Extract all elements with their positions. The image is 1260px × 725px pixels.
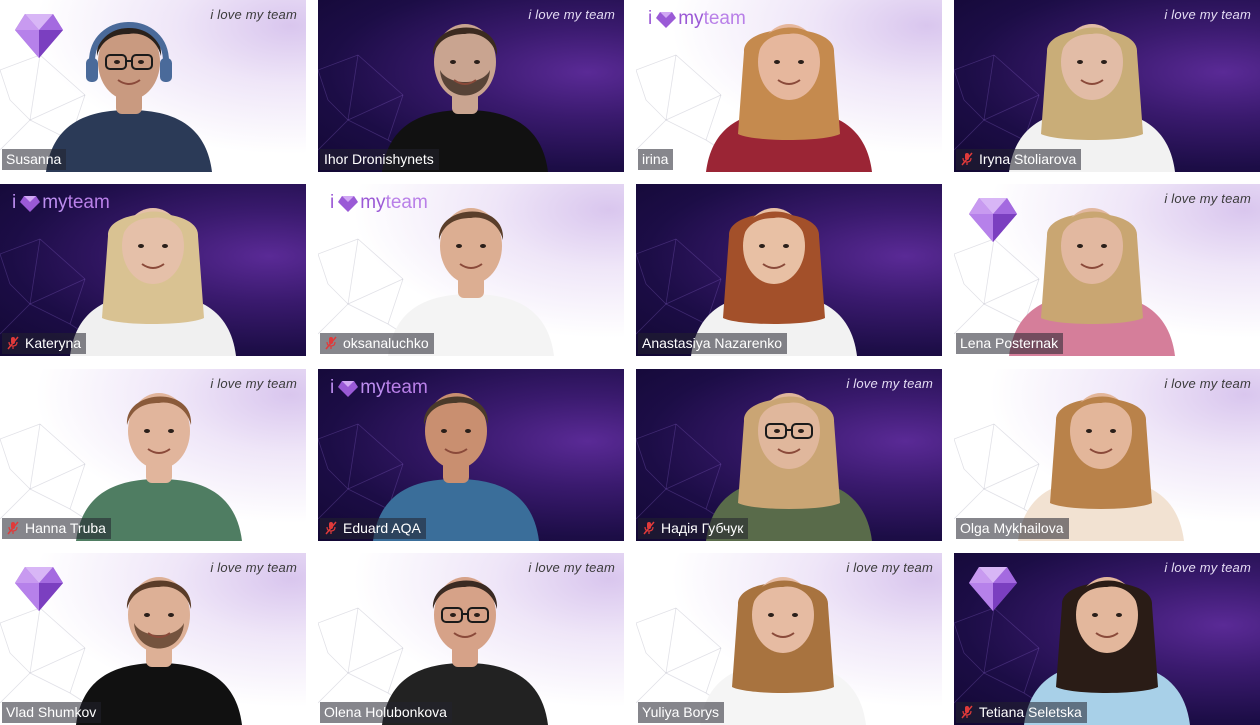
participant-tile[interactable]: i love my team Ihor Dronishynets	[318, 0, 624, 172]
participant-video-feed	[1009, 24, 1175, 172]
heart-icon	[338, 380, 359, 397]
participant-tile[interactable]: i love my team Yuliya Borys	[636, 553, 942, 725]
participant-name: Kateryna	[25, 335, 82, 351]
participant-tile[interactable]: i my team irina	[636, 0, 942, 172]
participant-tile[interactable]: i love my team Lena Posternak	[954, 184, 1260, 356]
participant-name-tag: Olena Holubonkova	[320, 702, 452, 723]
participant-video-feed	[388, 208, 554, 356]
participant-name-tag: Hanna Truba	[2, 518, 111, 539]
participant-video-feed	[691, 208, 857, 356]
participant-name-tag: Tetiana Seletska	[956, 702, 1087, 723]
participant-tile[interactable]: i love my team Iryna Stoliarova	[954, 0, 1260, 172]
video-grid: i love my team Susanna i love my team Ihor …	[0, 0, 1260, 725]
participant-name-tag: oksanaluchko	[320, 333, 434, 354]
participant-name: Anastasiya Nazarenko	[642, 335, 783, 351]
participant-tile[interactable]: i my team Kateryna	[0, 184, 306, 356]
participant-name: Yuliya Borys	[642, 704, 720, 720]
participant-video-feed	[76, 577, 242, 725]
heart-gem-logo-icon	[15, 567, 63, 611]
participant-name: Vlad Shumkov	[6, 704, 97, 720]
participant-tile[interactable]: i love my team Susanna	[0, 0, 306, 172]
mic-muted-icon	[643, 521, 655, 535]
mic-muted-icon	[961, 152, 973, 166]
participant-name: irina	[642, 151, 669, 167]
mic-muted-icon	[325, 336, 337, 350]
participant-name-tag: Ihor Dronishynets	[320, 149, 439, 170]
logo-i-text: i	[648, 8, 653, 29]
participant-name: Olena Holubonkova	[324, 704, 447, 720]
heart-icon	[20, 195, 41, 212]
mic-muted-icon	[7, 336, 19, 350]
participant-video-feed	[1009, 208, 1175, 356]
participant-name-tag: Kateryna	[2, 333, 87, 354]
heart-icon	[656, 11, 677, 28]
participant-name-tag: Eduard AQA	[320, 518, 426, 539]
participant-name: Olga Mykhailova	[960, 520, 1064, 536]
logo-i-text: i	[330, 377, 335, 398]
logo-i-text: i	[330, 192, 335, 213]
participant-video-feed	[382, 24, 548, 172]
participant-video-feed	[700, 577, 866, 725]
mic-muted-icon	[961, 705, 973, 719]
participant-name-tag: Надія Губчук	[638, 518, 749, 539]
participant-name: Iryna Stoliarova	[979, 151, 1077, 167]
participant-video-feed	[1018, 393, 1184, 541]
participant-name-tag: Iryna Stoliarova	[956, 149, 1082, 170]
participant-name: Надія Губчук	[661, 520, 744, 536]
participant-tile[interactable]: Anastasiya Nazarenko	[636, 184, 942, 356]
participant-name: Tetiana Seletska	[979, 704, 1082, 720]
participant-name-tag: Yuliya Borys	[638, 702, 725, 723]
participant-name: Susanna	[6, 151, 62, 167]
participant-name-tag: Olga Mykhailova	[956, 518, 1069, 539]
participant-video-feed	[1024, 577, 1190, 725]
participant-video-feed	[46, 22, 212, 172]
participant-name-tag: Lena Posternak	[956, 333, 1064, 354]
participant-name: oksanaluchko	[343, 335, 429, 351]
participant-tile[interactable]: i love my team Hanna Truba	[0, 369, 306, 541]
participant-name-tag: irina	[638, 149, 674, 170]
participant-name: Eduard AQA	[343, 520, 421, 536]
logo-i-text: i	[12, 192, 17, 213]
participant-video-feed	[76, 393, 242, 541]
mic-muted-icon	[7, 521, 19, 535]
participant-video-feed	[373, 393, 539, 541]
participant-tile[interactable]: i my team oksanaluchko	[318, 184, 624, 356]
participant-tile[interactable]: i my team Eduard AQA	[318, 369, 624, 541]
participant-name-tag: Vlad Shumkov	[2, 702, 102, 723]
participant-name-tag: Anastasiya Nazarenko	[638, 333, 788, 354]
participant-video-feed	[706, 24, 872, 172]
participant-tile[interactable]: i love my team Tetiana Seletska	[954, 553, 1260, 725]
participant-name: Ihor Dronishynets	[324, 151, 434, 167]
participant-tile[interactable]: i love my team Надія Губчук	[636, 369, 942, 541]
participant-tile[interactable]: i love my team Vlad Shumkov	[0, 553, 306, 725]
participant-video-feed	[70, 208, 236, 356]
participant-tile[interactable]: i love my team Olga Mykhailova	[954, 369, 1260, 541]
heart-icon	[338, 195, 359, 212]
participant-name-tag: Susanna	[2, 149, 67, 170]
participant-name: Lena Posternak	[960, 335, 1059, 351]
mic-muted-icon	[325, 521, 337, 535]
participant-video-feed	[706, 393, 872, 541]
participant-video-feed	[382, 577, 548, 725]
participant-tile[interactable]: i love my team Olena Holubonkova	[318, 553, 624, 725]
participant-name: Hanna Truba	[25, 520, 106, 536]
